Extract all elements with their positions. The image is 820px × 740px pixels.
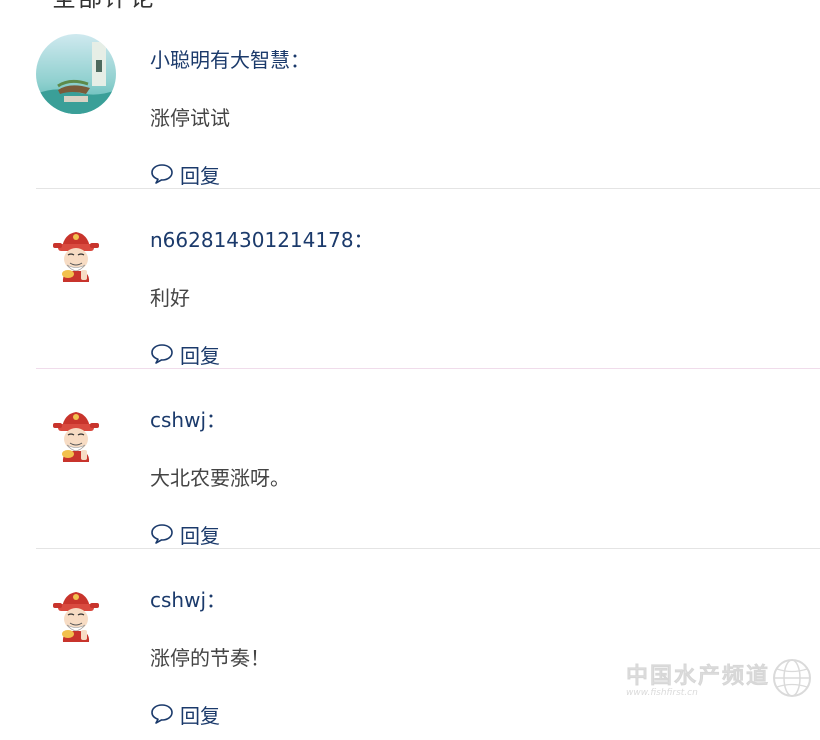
comment-text: 利好 (150, 286, 190, 310)
comment-divider (36, 548, 820, 549)
speech-bubble-icon (151, 344, 173, 364)
comment-text: 涨停的节奏！ (150, 646, 270, 670)
comment-item: cshwj： 涨停的节奏！ 回复 (36, 560, 820, 740)
comment-username[interactable]: 小聪明有大智慧： (150, 44, 310, 73)
avatar[interactable] (36, 34, 116, 114)
watermark-text: 中国水产频道 (625, 664, 770, 690)
comment-divider (36, 368, 820, 369)
reply-button[interactable]: 回复 (150, 700, 220, 728)
watermark: 中国水产频道 www.fishfirst.cn (626, 656, 814, 700)
speech-bubble-icon (151, 524, 173, 544)
speech-bubble-icon (151, 704, 173, 724)
reply-label: 回复 (180, 703, 220, 728)
comment-item: cshwj： 大北农要涨呀。 回复 (36, 380, 820, 560)
comment-divider (36, 188, 820, 189)
reply-label: 回复 (180, 523, 220, 548)
comment-item: n662814301214178： 利好 回复 (36, 200, 820, 380)
comment-text: 涨停试试 (150, 106, 230, 130)
reply-button[interactable]: 回复 (150, 160, 220, 188)
comments-section-title: 全部评论 (52, 0, 156, 13)
avatar[interactable] (36, 214, 116, 294)
speech-bubble-icon (151, 164, 173, 184)
watermark-url: www.fishfirst.cn (625, 688, 698, 698)
reply-button[interactable]: 回复 (150, 520, 220, 548)
avatar[interactable] (36, 574, 116, 654)
reply-label: 回复 (180, 343, 220, 368)
comment-item: 小聪明有大智慧： 涨停试试 回复 (36, 20, 820, 200)
comment-username[interactable]: cshwj： (150, 584, 226, 613)
comment-text: 大北农要涨呀。 (150, 466, 290, 490)
reply-button[interactable]: 回复 (150, 340, 220, 368)
comment-username[interactable]: n662814301214178： (150, 224, 374, 253)
globe-icon (773, 659, 811, 697)
avatar[interactable] (36, 394, 116, 474)
reply-label: 回复 (180, 163, 220, 188)
comment-username[interactable]: cshwj： (150, 404, 226, 433)
